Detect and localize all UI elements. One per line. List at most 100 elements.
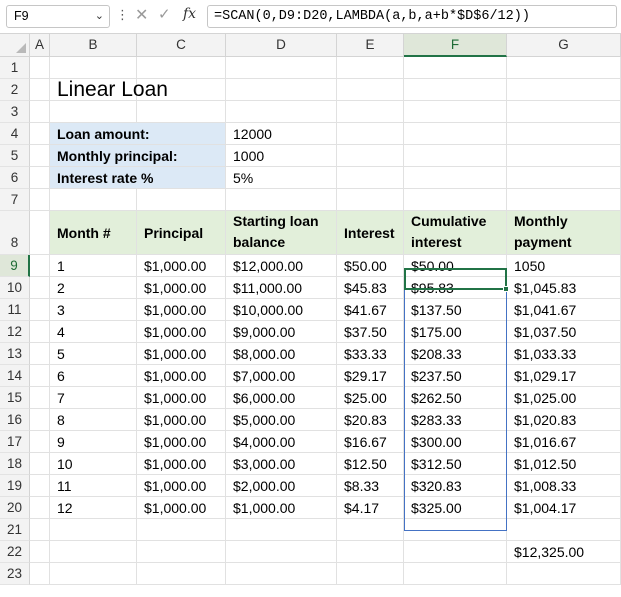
cell-g6[interactable] (507, 167, 621, 189)
row-header-3[interactable]: 3 (0, 101, 30, 123)
input-value[interactable]: 5% (226, 167, 337, 189)
cell-interest[interactable]: $45.83 (337, 277, 404, 299)
cell-a22[interactable] (30, 541, 50, 563)
cell-a5[interactable] (30, 145, 50, 167)
cell-cumulative-interest[interactable]: $137.50 (404, 299, 507, 321)
cell-a19[interactable] (30, 475, 50, 497)
row-header-16[interactable]: 16 (0, 409, 30, 431)
row-header-21[interactable]: 21 (0, 519, 30, 541)
cell-month[interactable]: 1 (50, 255, 137, 277)
header-monthly-payment[interactable]: Monthly payment (507, 211, 621, 255)
input-label[interactable]: Interest rate % (50, 167, 226, 189)
cell-e22[interactable] (337, 541, 404, 563)
cell-c23[interactable] (137, 563, 226, 585)
cell-principal[interactable]: $1,000.00 (137, 321, 226, 343)
cell-c2[interactable] (137, 79, 226, 101)
cell-monthly-payment[interactable]: $1,008.33 (507, 475, 621, 497)
row-header-9[interactable]: 9 (0, 255, 30, 277)
cell-cumulative-interest[interactable]: $175.00 (404, 321, 507, 343)
row-header-15[interactable]: 15 (0, 387, 30, 409)
cell-starting-balance[interactable]: $5,000.00 (226, 409, 337, 431)
cell-f1[interactable] (404, 57, 507, 79)
cell-d7[interactable] (226, 189, 337, 211)
cell-monthly-payment[interactable]: $1,037.50 (507, 321, 621, 343)
cell-starting-balance[interactable]: $4,000.00 (226, 431, 337, 453)
cell-a16[interactable] (30, 409, 50, 431)
formula-input[interactable]: =SCAN(0,D9:D20,LAMBDA(a,b,a+b*$D$6/12)) (207, 5, 617, 28)
select-all-button[interactable] (0, 34, 30, 57)
cell-principal[interactable]: $1,000.00 (137, 365, 226, 387)
row-header-14[interactable]: 14 (0, 365, 30, 387)
insert-function-icon[interactable]: fx (183, 6, 196, 22)
cell-starting-balance[interactable]: $1,000.00 (226, 497, 337, 519)
cell-a15[interactable] (30, 387, 50, 409)
input-label[interactable]: Loan amount: (50, 123, 226, 145)
cell-interest[interactable]: $4.17 (337, 497, 404, 519)
cell-cumulative-interest[interactable]: $312.50 (404, 453, 507, 475)
header-month[interactable]: Month # (50, 211, 137, 255)
cell-interest[interactable]: $29.17 (337, 365, 404, 387)
cell-principal[interactable]: $1,000.00 (137, 497, 226, 519)
cell-a2[interactable] (30, 79, 50, 101)
chevron-down-icon[interactable]: ⌄ (95, 9, 104, 22)
cell-d2[interactable] (226, 79, 337, 101)
cell-month[interactable]: 3 (50, 299, 137, 321)
cell-e2[interactable] (337, 79, 404, 101)
header-principal[interactable]: Principal (137, 211, 226, 255)
row-header-2[interactable]: 2 (0, 79, 30, 101)
cell-a17[interactable] (30, 431, 50, 453)
cell-total-payment[interactable]: $12,325.00 (507, 541, 621, 563)
cell-b22[interactable] (50, 541, 137, 563)
column-header-c[interactable]: C (137, 34, 226, 57)
cell-principal[interactable]: $1,000.00 (137, 387, 226, 409)
row-header-19[interactable]: 19 (0, 475, 30, 497)
cell-a7[interactable] (30, 189, 50, 211)
cell-starting-balance[interactable]: $12,000.00 (226, 255, 337, 277)
cell-cumulative-interest[interactable]: $283.33 (404, 409, 507, 431)
header-interest[interactable]: Interest (337, 211, 404, 255)
check-icon[interactable]: ✓ (158, 5, 171, 23)
cell-starting-balance[interactable]: $3,000.00 (226, 453, 337, 475)
cell-g21[interactable] (507, 519, 621, 541)
column-header-e[interactable]: E (337, 34, 404, 57)
cell-cumulative-interest[interactable]: $320.83 (404, 475, 507, 497)
cell-e4[interactable] (337, 123, 404, 145)
cell-monthly-payment[interactable]: $1,033.33 (507, 343, 621, 365)
row-header-11[interactable]: 11 (0, 299, 30, 321)
cell-starting-balance[interactable]: $8,000.00 (226, 343, 337, 365)
row-header-8[interactable]: 8 (0, 211, 30, 255)
name-box[interactable]: F9 ⌄ (6, 5, 110, 28)
input-value[interactable]: 12000 (226, 123, 337, 145)
cell-f21[interactable] (404, 519, 507, 541)
cell-b23[interactable] (50, 563, 137, 585)
cell-monthly-payment[interactable]: $1,016.67 (507, 431, 621, 453)
cell-b1[interactable] (50, 57, 137, 79)
cell-interest[interactable]: $33.33 (337, 343, 404, 365)
cell-cumulative-interest[interactable]: $325.00 (404, 497, 507, 519)
cell-monthly-payment[interactable]: $1,025.00 (507, 387, 621, 409)
cell-a20[interactable] (30, 497, 50, 519)
cell-starting-balance[interactable]: $11,000.00 (226, 277, 337, 299)
column-header-g[interactable]: G (507, 34, 621, 57)
cell-b21[interactable] (50, 519, 137, 541)
cell-c1[interactable] (137, 57, 226, 79)
cell-a9[interactable] (30, 255, 50, 277)
input-label[interactable]: Monthly principal: (50, 145, 226, 167)
row-header-10[interactable]: 10 (0, 277, 30, 299)
cell-a13[interactable] (30, 343, 50, 365)
cell-monthly-payment[interactable]: $1,004.17 (507, 497, 621, 519)
cell-month[interactable]: 8 (50, 409, 137, 431)
cell-cumulative-interest[interactable]: $237.50 (404, 365, 507, 387)
header-starting-balance[interactable]: Starting loan balance (226, 211, 337, 255)
cell-month[interactable]: 11 (50, 475, 137, 497)
row-header-18[interactable]: 18 (0, 453, 30, 475)
cell-principal[interactable]: $1,000.00 (137, 409, 226, 431)
cell-monthly-payment[interactable]: $1,029.17 (507, 365, 621, 387)
column-header-b[interactable]: B (50, 34, 137, 57)
cell-a23[interactable] (30, 563, 50, 585)
row-header-13[interactable]: 13 (0, 343, 30, 365)
cell-month[interactable]: 12 (50, 497, 137, 519)
cell-b3[interactable] (50, 101, 137, 123)
cell-interest[interactable]: $12.50 (337, 453, 404, 475)
cell-a6[interactable] (30, 167, 50, 189)
